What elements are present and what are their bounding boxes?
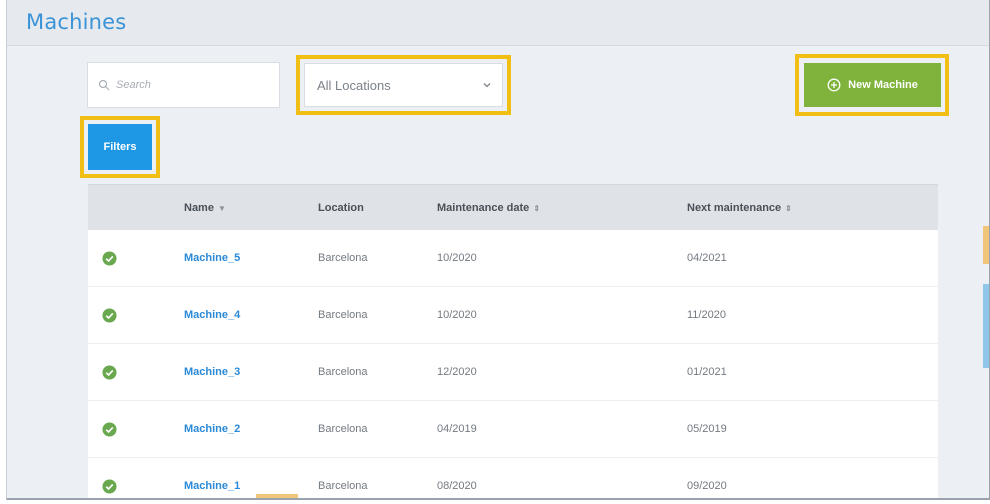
header-next-maintenance-label: Next maintenance	[687, 201, 782, 214]
side-tab-blue[interactable]	[983, 284, 989, 368]
machine-name-link[interactable]: Machine_5	[184, 252, 318, 264]
check-circle-icon	[102, 478, 117, 494]
table-row: Machine_5 Barcelona 10/2020 04/2021	[88, 230, 938, 287]
search-box[interactable]	[87, 62, 280, 108]
status-cell	[88, 478, 184, 494]
app-frame: Machines All Locations New Machine Filte…	[6, 0, 990, 500]
table-row: Machine_3 Barcelona 12/2020 01/2021	[88, 344, 938, 401]
search-input[interactable]	[116, 79, 266, 91]
location-cell: Barcelona	[318, 252, 368, 264]
location-cell: Barcelona	[318, 309, 368, 321]
location-cell: Barcelona	[318, 423, 368, 435]
check-circle-icon	[102, 307, 117, 323]
location-select[interactable]: All Locations	[304, 63, 503, 107]
location-cell: Barcelona	[318, 366, 368, 378]
check-circle-icon	[102, 250, 117, 266]
caret-down-icon: ▼	[217, 203, 226, 213]
maintenance-date-cell: 12/2020	[437, 366, 477, 378]
header-maintenance-date[interactable]: Maintenance date ⇕	[437, 202, 687, 214]
next-maintenance-cell: 04/2021	[687, 252, 727, 264]
status-cell	[88, 421, 184, 437]
header-location-label: Location	[318, 201, 364, 214]
new-machine-label: New Machine	[848, 79, 918, 91]
table-row: Machine_4 Barcelona 10/2020 11/2020	[88, 287, 938, 344]
status-cell	[88, 364, 184, 380]
filters-button[interactable]: Filters	[88, 124, 152, 170]
machine-name-link[interactable]: Machine_4	[184, 309, 318, 321]
check-circle-icon	[102, 421, 117, 437]
maintenance-date-cell: 08/2020	[437, 480, 477, 492]
machine-name-link[interactable]: Machine_3	[184, 366, 318, 378]
machines-table: Name ▼ Location Maintenance date ⇕ Next ma…	[88, 184, 938, 498]
machine-name-link[interactable]: Machine_2	[184, 423, 318, 435]
header-next-maintenance[interactable]: Next maintenance ⇕	[687, 202, 938, 214]
next-maintenance-cell: 01/2021	[687, 366, 727, 378]
page-header: Machines	[7, 0, 989, 46]
header-name-label: Name	[184, 201, 214, 214]
plus-circle-icon	[827, 78, 841, 92]
header-location: Location	[318, 202, 437, 214]
page-title: Machines	[26, 10, 127, 34]
maintenance-date-cell: 04/2019	[437, 423, 477, 435]
new-machine-button[interactable]: New Machine	[804, 63, 941, 107]
filters-label: Filters	[103, 141, 137, 153]
header-name[interactable]: Name ▼	[184, 202, 318, 214]
maintenance-date-cell: 10/2020	[437, 309, 477, 321]
location-select-value: All Locations	[317, 77, 391, 93]
sort-icon: ⇕	[533, 203, 541, 213]
header-maintenance-date-label: Maintenance date	[437, 201, 530, 214]
table-row: Machine_1 Barcelona 08/2020 09/2020	[88, 458, 938, 498]
table-row: Machine_2 Barcelona 04/2019 05/2019	[88, 401, 938, 458]
search-icon	[98, 79, 110, 91]
next-maintenance-cell: 09/2020	[687, 480, 727, 492]
machine-name-link[interactable]: Machine_1	[184, 480, 318, 492]
maintenance-date-cell: 10/2020	[437, 252, 477, 264]
table-header: Name ▼ Location Maintenance date ⇕ Next ma…	[88, 184, 938, 230]
chevron-down-icon	[483, 83, 491, 88]
sort-icon: ⇕	[785, 203, 792, 213]
bottom-tab	[256, 494, 298, 498]
status-cell	[88, 307, 184, 323]
check-circle-icon	[102, 364, 117, 380]
location-cell: Barcelona	[318, 480, 368, 492]
next-maintenance-cell: 11/2020	[687, 309, 726, 321]
status-cell	[88, 250, 184, 266]
next-maintenance-cell: 05/2019	[687, 423, 727, 435]
side-tab-orange[interactable]	[983, 226, 989, 264]
